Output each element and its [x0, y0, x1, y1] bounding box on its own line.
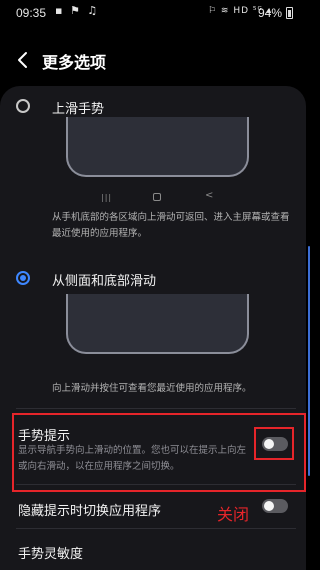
back-icon: < — [205, 190, 214, 201]
notification-icons: ▪ ⚑ ♫ — [55, 4, 100, 17]
gesture-sensitivity-label[interactable]: 手势灵敏度 — [18, 543, 83, 562]
toggle-knob — [264, 501, 274, 511]
scrollbar[interactable] — [308, 246, 310, 476]
radio-side-bottom-swipe[interactable] — [16, 271, 30, 285]
hide-hint-switch-apps-label[interactable]: 隐藏提示时切换应用程序 — [18, 500, 161, 519]
battery-percent: 94% — [258, 6, 283, 20]
option-side-bottom-label[interactable]: 从侧面和底部滑动 — [52, 270, 156, 289]
page-title: 更多选项 — [42, 53, 107, 72]
battery-icon — [286, 7, 293, 19]
recent-apps-icon: ||| — [101, 193, 113, 202]
option-side-bottom-description: 向上滑动并按住可查看您最近使用的应用程序。 — [52, 383, 252, 394]
divider — [16, 528, 296, 529]
swipe-up-preview — [66, 117, 249, 177]
back-arrow-icon[interactable] — [14, 50, 32, 70]
toggle-highlight-box — [254, 427, 294, 460]
annotation-close: 关闭 — [217, 505, 250, 524]
option-swipe-up-label[interactable]: 上滑手势 — [52, 98, 104, 117]
nav-bar-preview: ||| < — [101, 190, 214, 204]
side-bottom-preview — [66, 294, 249, 354]
divider — [16, 484, 296, 485]
divider — [16, 408, 296, 409]
radio-swipe-up[interactable] — [16, 99, 30, 113]
option-swipe-up-description: 从手机底部的各区域向上滑动可返回、进入主屏幕或查看最近使用的应用程序。 — [52, 212, 290, 239]
hide-hint-switch-toggle[interactable] — [262, 499, 288, 513]
status-time: 09:35 — [16, 6, 47, 20]
home-icon — [153, 193, 161, 201]
